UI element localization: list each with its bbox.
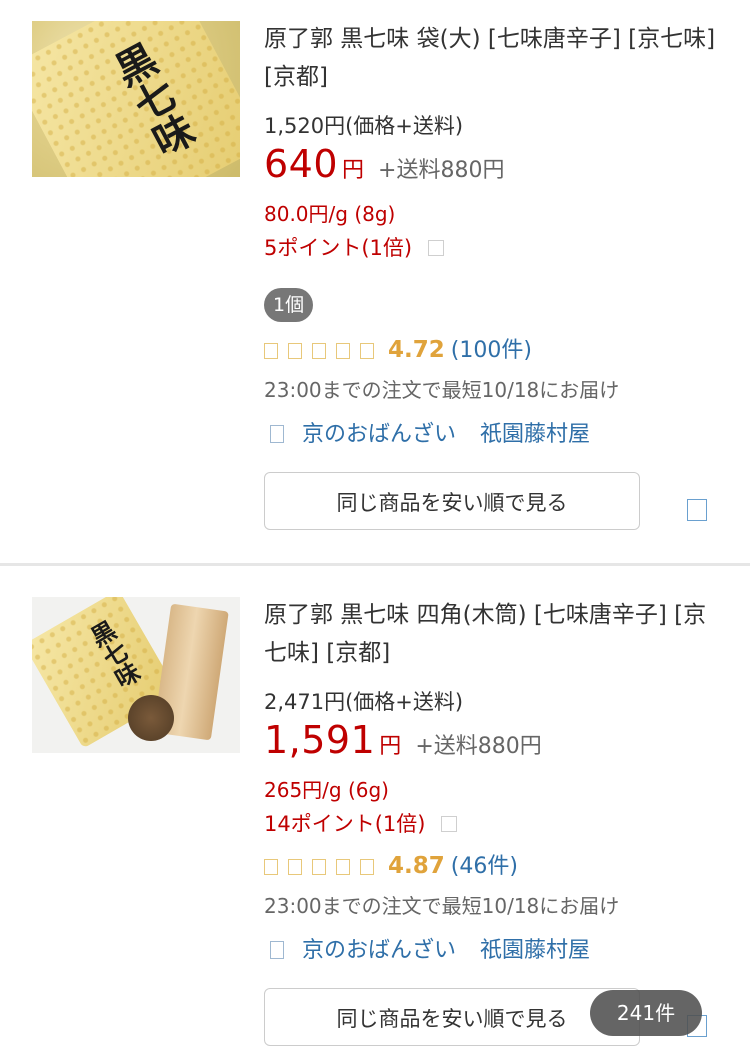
shop-icon [270, 941, 284, 959]
price-value: 640 [264, 142, 339, 186]
delivery-info: 23:00までの注文で最短10/18にお届け [264, 894, 620, 918]
product-card[interactable]: 黒七味 原了郭 黒七味 袋(大) [七味唐辛子] [京七味] [京都] 1,52… [0, 0, 750, 563]
product-title[interactable]: 原了郭 黒七味 四角(木筒) [七味唐辛子] [京七味] [京都] [264, 596, 724, 672]
points-row: 5ポイント(1倍) [264, 232, 445, 262]
star-icon [360, 858, 374, 875]
shop-name: 祇園藤村屋 [480, 422, 591, 447]
rating-row[interactable]: 4.72 (100件) [264, 332, 532, 364]
star-icon [264, 858, 278, 875]
price-currency: 円 [379, 734, 402, 759]
shipping-fee: +送料880円 [378, 158, 505, 183]
shop-icon [270, 425, 284, 443]
rating-value: 4.72 [388, 337, 445, 363]
price-value: 1,591 [264, 718, 376, 762]
unit-price: 80.0円/g (8g) [264, 202, 396, 226]
star-icon [264, 342, 278, 359]
shop-area: 京のおばんざい [302, 422, 457, 447]
star-icon [336, 858, 350, 875]
price-row: 640 円 +送料880円 [264, 142, 504, 186]
shop-area: 京のおばんざい [302, 938, 457, 963]
shop-link[interactable]: 京のおばんざい 祇園藤村屋 [264, 416, 590, 448]
rating-stars [264, 858, 384, 879]
delivery-info: 23:00までの注文で最短10/18にお届け [264, 378, 620, 402]
total-price: 2,471円(価格+送料) [264, 690, 464, 714]
price-row: 1,591 円 +送料880円 [264, 718, 542, 762]
quantity-badge: 1個 [264, 288, 314, 322]
price-currency: 円 [342, 158, 365, 183]
rating-row[interactable]: 4.87 (46件) [264, 848, 518, 880]
product-image[interactable]: 黒七味 [32, 597, 240, 753]
points-text: 5ポイント(1倍) [264, 236, 413, 260]
star-icon [360, 342, 374, 359]
shop-link[interactable]: 京のおばんざい 祇園藤村屋 [264, 932, 590, 964]
result-count-badge: 241件 [590, 990, 702, 1036]
favorite-icon[interactable] [687, 499, 707, 521]
rating-value: 4.87 [388, 853, 445, 879]
cork-lid [128, 695, 174, 741]
review-count[interactable]: (100件) [451, 338, 532, 363]
product-card[interactable]: 黒七味 原了郭 黒七味 四角(木筒) [七味唐辛子] [京七味] [京都] 2,… [0, 566, 750, 1061]
compare-cheapest-button[interactable]: 同じ商品を安い順で見る [264, 988, 640, 1046]
star-icon [336, 342, 350, 359]
product-image[interactable]: 黒七味 [32, 21, 240, 177]
product-title[interactable]: 原了郭 黒七味 袋(大) [七味唐辛子] [京七味] [京都] [264, 20, 724, 96]
points-text: 14ポイント(1倍) [264, 812, 426, 836]
shop-name: 祇園藤村屋 [480, 938, 591, 963]
info-icon[interactable] [428, 240, 445, 256]
rating-stars [264, 342, 384, 363]
total-price: 1,520円(価格+送料) [264, 114, 464, 138]
star-icon [312, 342, 326, 359]
points-row: 14ポイント(1倍) [264, 808, 458, 838]
review-count[interactable]: (46件) [451, 854, 518, 879]
star-icon [312, 858, 326, 875]
unit-price: 265円/g (6g) [264, 778, 389, 802]
shipping-fee: +送料880円 [415, 734, 542, 759]
star-icon [288, 342, 302, 359]
compare-cheapest-button[interactable]: 同じ商品を安い順で見る [264, 472, 640, 530]
info-icon[interactable] [441, 816, 458, 832]
star-icon [288, 858, 302, 875]
